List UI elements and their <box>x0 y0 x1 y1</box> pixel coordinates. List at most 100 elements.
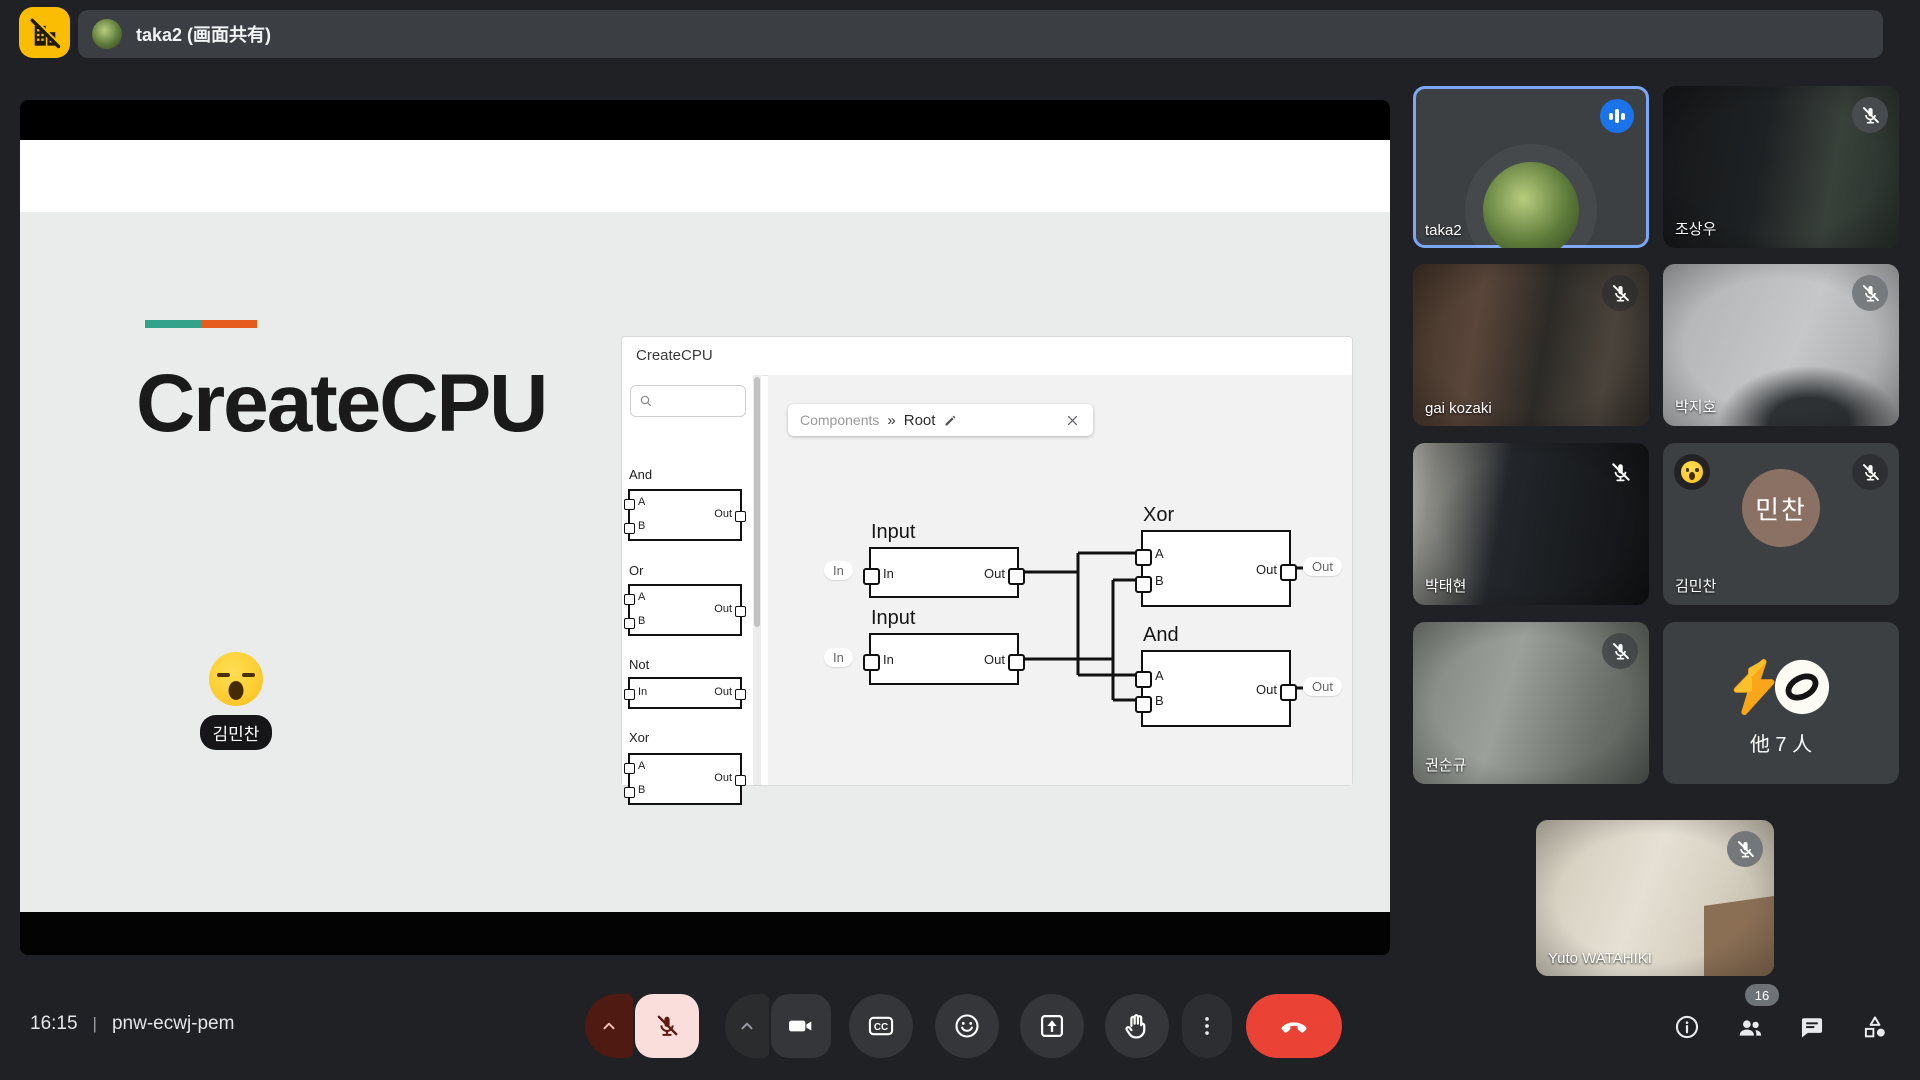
participant-count-badge: 16 <box>1745 984 1779 1006</box>
chat-button[interactable] <box>1798 1013 1826 1041</box>
participant-name: 조상우 <box>1675 218 1716 239</box>
surprised-face-emoji <box>1674 454 1710 490</box>
panel-scrollbar <box>753 375 761 785</box>
meeting-details-button[interactable] <box>1673 1013 1701 1041</box>
google-meet-window: taka2 (画面共有) CreateCPU 김민찬 CreateCPU <box>0 0 1920 1080</box>
camera-options-button[interactable] <box>725 994 769 1058</box>
end-call-button[interactable] <box>1246 994 1342 1058</box>
mic-off-icon <box>1602 275 1638 311</box>
createcpu-app-header: CreateCPU <box>622 337 1352 376</box>
mic-off-icon <box>1602 454 1638 490</box>
more-options-button[interactable] <box>1182 994 1232 1058</box>
clock: 16:15 <box>30 1013 78 1035</box>
slide-title: CreateCPU <box>136 357 546 451</box>
participant-tile[interactable]: Yuto WATAHIKI <box>1536 820 1774 976</box>
present-icon <box>1038 1012 1066 1040</box>
participant-tile[interactable]: gai kozaki <box>1413 264 1649 426</box>
slide-white-band <box>20 140 1390 212</box>
createcpu-app-window: CreateCPU And A B Out Or A B <box>622 337 1352 785</box>
presenter-name: taka2 (画面共有) <box>136 21 271 47</box>
camera-button-group <box>725 994 831 1058</box>
call-controls <box>585 994 1342 1058</box>
more-options-icon <box>1194 1013 1220 1039</box>
participant-tile[interactable]: 조상우 <box>1663 86 1899 248</box>
participant-tile[interactable]: 권순규 <box>1413 622 1649 784</box>
participant-name: gai kozaki <box>1425 400 1492 417</box>
participant-name: 김민찬 <box>1675 575 1716 596</box>
mic-off-icon <box>1852 97 1888 133</box>
chevron-up-icon <box>736 1015 758 1037</box>
shared-screen-tile[interactable]: CreateCPU 김민찬 CreateCPU And <box>20 100 1390 955</box>
participant-tile[interactable]: 박지호 <box>1663 264 1899 426</box>
overflow-tile[interactable]: 他 7 人 <box>1663 622 1899 784</box>
component-search-input <box>630 385 746 417</box>
present-button[interactable] <box>1020 994 1084 1058</box>
meeting-info: 16:15 | pnw-ecwj-pem <box>30 1013 234 1035</box>
mic-off-icon <box>1727 831 1763 867</box>
people-icon <box>1736 1013 1764 1041</box>
camera-toggle-button[interactable] <box>771 994 831 1058</box>
breadcrumb: Components » Root <box>788 404 1093 436</box>
createcpu-app-title: CreateCPU <box>636 337 713 375</box>
component-and: A B Out <box>628 489 742 541</box>
breadcrumb-current: Root <box>904 412 936 429</box>
screen-share-banner[interactable]: taka2 (画面共有) <box>78 10 1883 58</box>
edit-pencil-icon <box>943 413 958 428</box>
mic-button-group <box>585 994 699 1058</box>
avatar: 민찬 <box>1742 469 1820 547</box>
breadcrumb-separator-icon: » <box>887 412 895 429</box>
presentation-off-badge[interactable] <box>19 7 70 58</box>
external-in-pill: In <box>824 648 853 667</box>
mic-toggle-button[interactable] <box>635 994 699 1058</box>
mic-off-icon <box>1602 633 1638 669</box>
participant-tile-kimminchan[interactable]: 민찬 김민찬 <box>1663 443 1899 605</box>
node-input-1: Input In Out <box>869 547 1019 598</box>
overflow-count-label: 他 7 人 <box>1663 728 1899 757</box>
component-or: A B Out <box>628 584 742 636</box>
close-icon <box>1064 412 1081 429</box>
reaction-author: 김민찬 <box>200 715 273 750</box>
node-input-2: Input In Out <box>869 633 1019 685</box>
component-label: Xor <box>629 730 649 745</box>
external-in-pill: In <box>824 561 853 580</box>
reactions-icon <box>953 1012 981 1040</box>
presentation-off-icon <box>26 14 64 52</box>
component-label: Not <box>629 657 649 672</box>
reactions-button[interactable] <box>935 994 999 1058</box>
breadcrumb-section: Components <box>800 412 879 428</box>
external-out-pill: Out <box>1303 557 1342 576</box>
component-panel: And A B Out Or A B Out Not In <box>622 375 762 785</box>
audio-level-indicator <box>1600 99 1634 133</box>
participant-tile-taka2[interactable]: taka2 <box>1413 86 1649 248</box>
external-out-pill: Out <box>1303 677 1342 696</box>
participant-name: 박태현 <box>1425 575 1466 596</box>
end-call-icon <box>1278 1010 1310 1042</box>
camera-icon <box>788 1013 814 1039</box>
people-button[interactable] <box>1736 1013 1764 1041</box>
participant-name: 권순규 <box>1425 754 1466 775</box>
component-label: And <box>629 467 652 482</box>
raise-hand-icon <box>1123 1012 1151 1040</box>
info-icon <box>1673 1013 1701 1041</box>
component-label: Or <box>629 563 643 578</box>
captions-button[interactable] <box>849 994 913 1058</box>
sleepy-face-emoji <box>209 652 263 706</box>
slide-reaction: 김민찬 <box>193 652 279 750</box>
chat-icon <box>1798 1013 1826 1041</box>
component-xor: A B Out <box>628 753 742 805</box>
activities-button[interactable] <box>1861 1013 1889 1041</box>
meeting-code: pnw-ecwj-pem <box>112 1013 234 1035</box>
activities-icon <box>1861 1013 1889 1041</box>
mic-off-icon <box>654 1013 680 1039</box>
presenter-avatar <box>92 19 122 49</box>
mic-off-icon <box>1852 275 1888 311</box>
slide-letterbox <box>20 912 1390 955</box>
avatar <box>1483 162 1579 248</box>
raise-hand-button[interactable] <box>1105 994 1169 1058</box>
chevron-up-icon <box>598 1015 620 1037</box>
node-xor: Xor A B Out <box>1141 530 1291 607</box>
mic-options-button[interactable] <box>585 994 633 1058</box>
participant-name: taka2 <box>1425 222 1462 239</box>
participant-tile[interactable]: 박태현 <box>1413 443 1649 605</box>
divider: | <box>93 1014 97 1034</box>
